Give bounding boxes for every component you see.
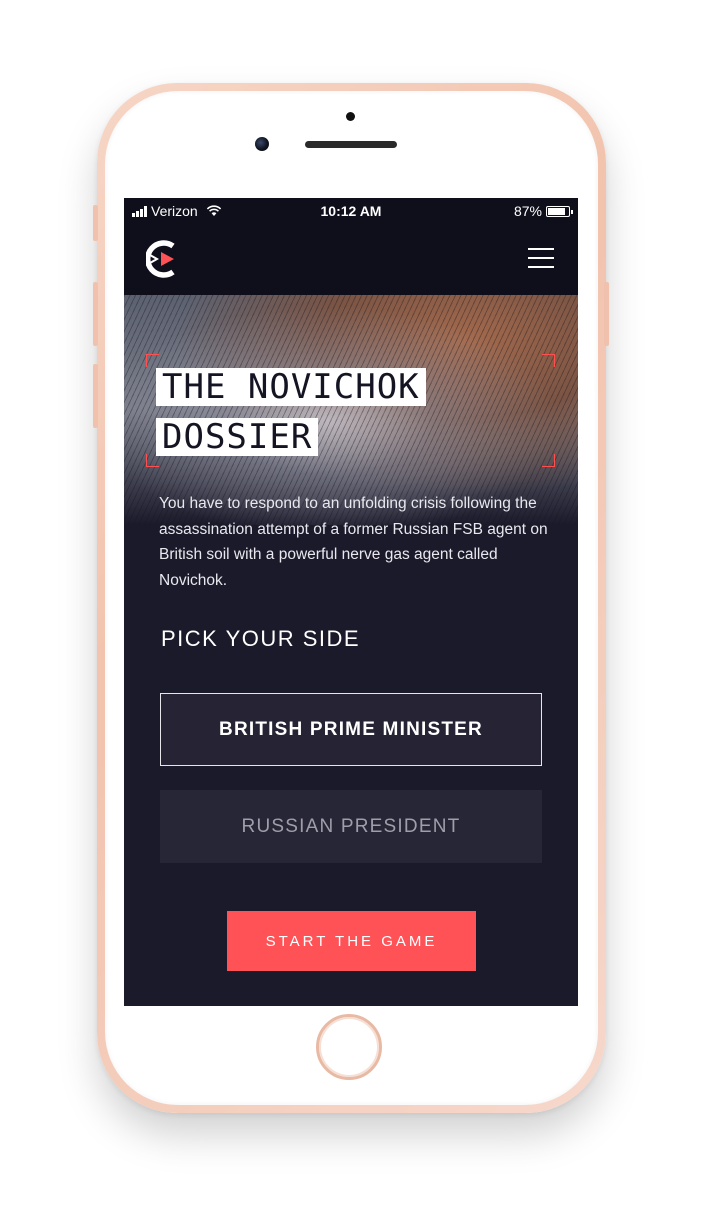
brand-logo-icon[interactable]	[146, 240, 182, 278]
home-button[interactable]	[316, 1014, 382, 1080]
frame-corner-bottom-right	[542, 454, 555, 467]
start-game-button[interactable]: START THE GAME	[227, 911, 476, 971]
page-title-line-1: THE NOVICHOK	[156, 368, 426, 406]
hamburger-menu-icon[interactable]	[528, 248, 554, 268]
battery-info: 87%	[513, 203, 573, 219]
frame-corner-top-right	[542, 354, 555, 367]
proximity-sensor	[346, 112, 355, 121]
status-bar: Verizon 10:12 AM 87%	[124, 198, 578, 224]
page-title-line-2: DOSSIER	[156, 418, 319, 456]
top-navbar	[124, 224, 578, 295]
status-time: 10:12 AM	[320, 203, 382, 219]
front-camera	[255, 137, 269, 151]
volume-up-button	[93, 282, 98, 346]
side-option-label: RUSSIAN PRESIDENT	[241, 815, 461, 837]
battery-icon	[546, 205, 573, 217]
pick-side-heading: PICK YOUR SIDE	[161, 626, 361, 651]
side-option-russian-president[interactable]: RUSSIAN PRESIDENT	[160, 790, 542, 863]
start-game-label: START THE GAME	[265, 932, 438, 950]
side-option-british-prime-minister[interactable]: BRITISH PRIME MINISTER	[160, 693, 542, 766]
power-button	[604, 282, 609, 346]
silent-switch	[93, 205, 98, 241]
side-option-label: BRITISH PRIME MINISTER	[219, 718, 483, 740]
volume-down-button	[93, 364, 98, 428]
earpiece-speaker	[305, 141, 397, 148]
battery-percent: 87%	[513, 203, 542, 219]
frame-corner-top-left	[146, 354, 159, 367]
phone-screen: Verizon 10:12 AM 87% THE NOVICHOK DOSSIE…	[124, 198, 578, 1006]
game-description: You have to respond to an unfolding cris…	[159, 495, 548, 589]
